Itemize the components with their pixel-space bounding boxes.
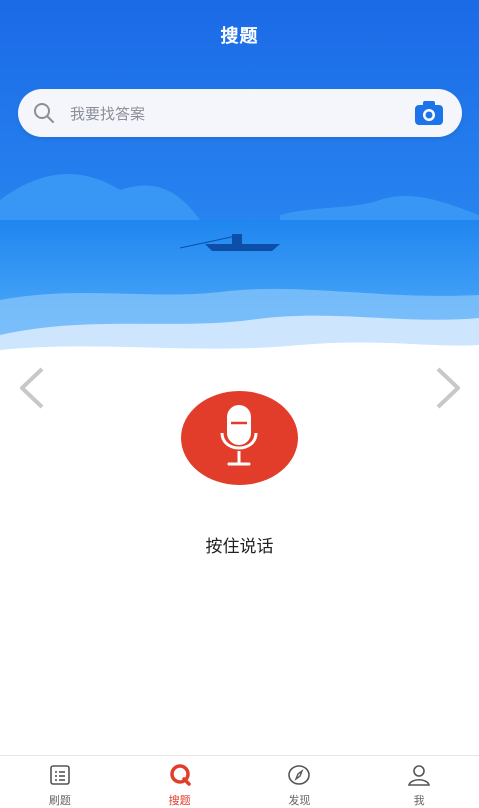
chevron-right-icon[interactable] (432, 366, 464, 410)
search-placeholder[interactable]: 我要找答案 (70, 103, 145, 124)
user-icon (408, 765, 431, 786)
search-tab-icon (169, 764, 191, 786)
search-bar[interactable]: 我要找答案 (18, 89, 462, 137)
tab-label: 刷题 (48, 794, 71, 807)
chevron-left-icon[interactable] (16, 366, 48, 410)
tab-discover[interactable]: 发现 (240, 756, 360, 807)
tab-label: 我 (413, 794, 425, 807)
voice-record-button[interactable] (181, 391, 298, 485)
list-icon (50, 765, 70, 785)
tab-me[interactable]: 我 (359, 756, 479, 807)
bottom-tab-bar: 刷题 搜题 发现 我 (0, 755, 479, 807)
tab-practice[interactable]: 刷题 (0, 756, 120, 807)
tab-label: 发现 (288, 794, 311, 807)
compass-icon (288, 765, 311, 785)
page-title: 搜题 (220, 26, 259, 47)
voice-hint-label: 按住说话 (205, 537, 274, 557)
search-icon (34, 103, 54, 123)
microphone-icon (220, 405, 258, 466)
camera-icon[interactable] (414, 100, 444, 126)
hero-banner (0, 0, 479, 370)
lake-illustration (0, 0, 479, 370)
tab-search[interactable]: 搜题 (120, 756, 240, 807)
tab-label: 搜题 (168, 794, 191, 807)
